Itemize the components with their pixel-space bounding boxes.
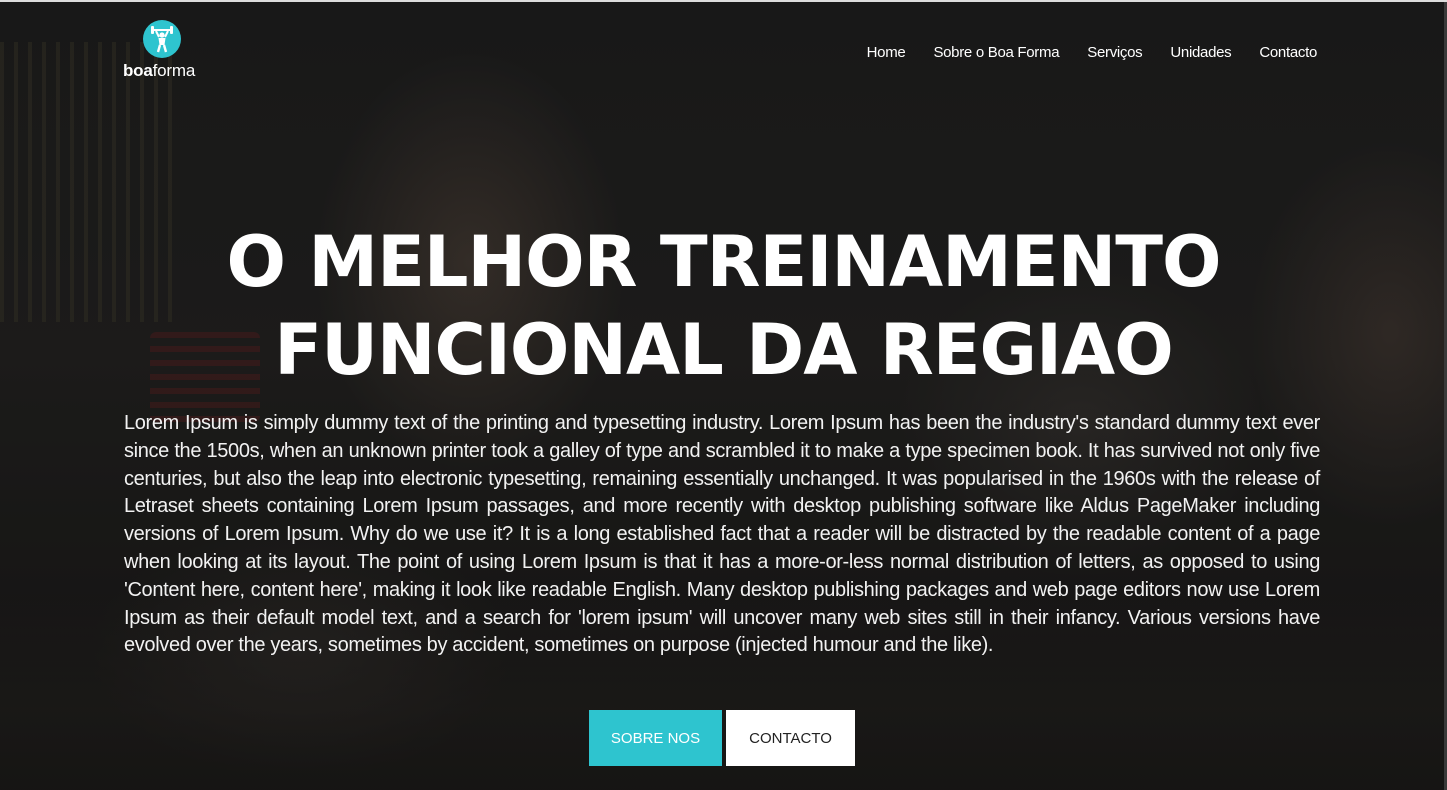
contacto-button[interactable]: CONTACTO xyxy=(726,710,855,766)
logo-link[interactable]: boaforma xyxy=(123,20,203,82)
weightlifter-icon xyxy=(143,20,181,58)
nav-unidades[interactable]: Unidades xyxy=(1170,44,1231,61)
navbar: boaforma Home Sobre o Boa Forma Serviços… xyxy=(0,2,1447,102)
nav-servicos[interactable]: Serviços xyxy=(1087,44,1142,61)
background-dark-overlay xyxy=(0,2,1447,790)
hero-section: boaforma Home Sobre o Boa Forma Serviços… xyxy=(0,0,1447,790)
cta-group: SOBRE NOS CONTACTO xyxy=(589,710,855,766)
hero-headline-line-1: O MELHOR TREINAMENTO xyxy=(226,221,1222,303)
hero-description: Lorem Ipsum is simply dummy text of the … xyxy=(124,412,1320,657)
nav-contacto[interactable]: Contacto xyxy=(1259,44,1317,61)
nav-sobre[interactable]: Sobre o Boa Forma xyxy=(933,44,1059,61)
nav-home[interactable]: Home xyxy=(867,44,906,61)
sobre-nos-button[interactable]: SOBRE NOS xyxy=(589,710,722,766)
main-nav: Home Sobre o Boa Forma Serviços Unidades… xyxy=(867,44,1318,61)
hero-headline-line-2: FUNCIONAL DA REGIAO xyxy=(274,309,1173,391)
logo-text: boaforma xyxy=(123,61,196,80)
hero-headline: O MELHOR TREINAMENTO FUNCIONAL DA REGIAO xyxy=(0,218,1447,394)
